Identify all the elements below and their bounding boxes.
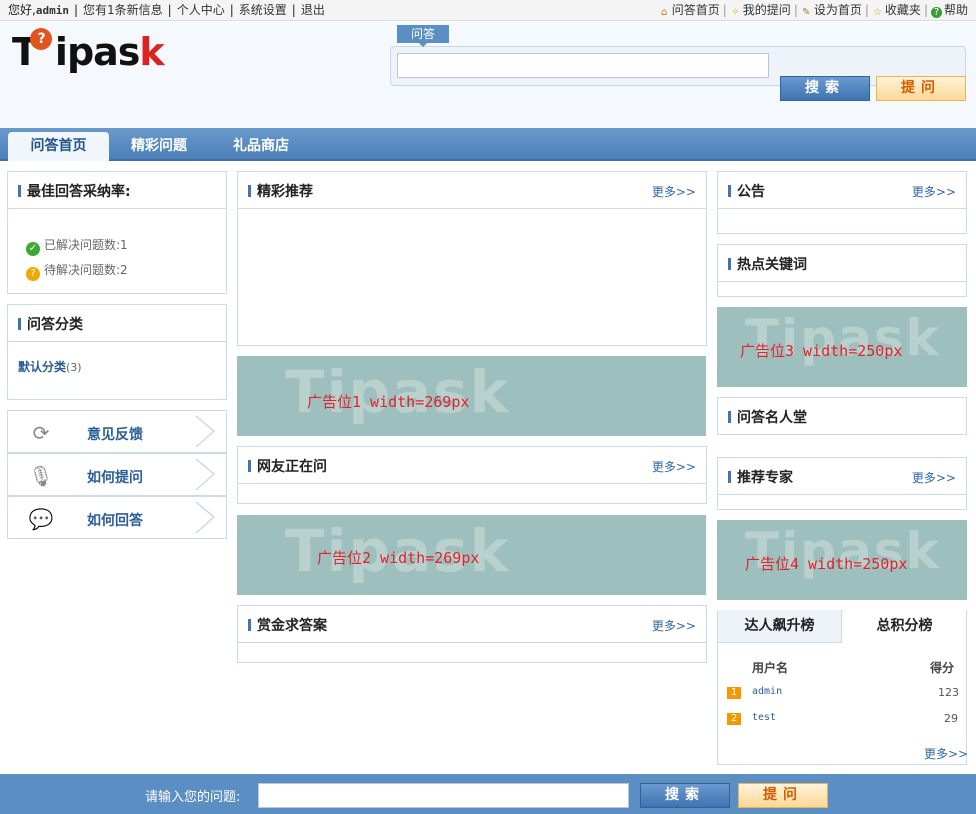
experts-title: 推荐专家 [737,470,793,486]
ask-button[interactable]: 提问 [876,76,966,101]
username-link[interactable]: admin [36,4,69,17]
tab-rising-stars[interactable]: 达人飙升榜 [718,610,842,643]
adoption-rate-title: 最佳回答采纳率: [27,184,131,200]
chat-icon: 💬 [28,507,54,531]
ad-4-text: 广告位4 width=250px [745,555,908,573]
chevron-right-icon [195,501,216,534]
rank-score: 29 [944,712,958,725]
user-status: 您好,admin | 您有1条新信息 | 个人中心 | 系统设置 | 退出 [8,3,325,17]
my-questions-link[interactable]: ✧ 我的提问 [730,3,791,18]
ad-slot-3[interactable]: Tipask 广告位3 width=250px [717,307,967,387]
fame-title: 问答名人堂 [737,410,807,426]
home-icon: ⌂ [661,7,668,18]
logout-link[interactable]: 退出 [301,3,325,17]
rank-number: 2 [727,713,741,725]
logo-question-badge: ? [30,28,52,50]
ranking-more-link[interactable]: 更多>> [924,745,968,762]
ad-slot-2[interactable]: Tipask 广告位2 width=269px [237,515,706,595]
help-item-how-to-answer[interactable]: 💬 如何回答 [7,496,227,539]
bounty-more-link[interactable]: 更多>> [652,617,696,634]
settings-link[interactable]: 系统设置 [239,3,287,17]
microphone-icon: 🎙 [28,464,54,488]
category-item[interactable]: 默认分类(3) [18,358,82,375]
asking-title: 网友正在问 [257,459,327,475]
footer-search-button[interactable]: 搜索 [640,783,730,808]
bounty-panel: 赏金求答案 更多>> [237,605,707,663]
ad-3-text: 广告位3 width=250px [740,342,903,360]
home-link[interactable]: ⌂ 问答首页 [659,3,720,18]
help-link[interactable]: ? 帮助 [930,3,968,18]
keywords-panel: 热点关键词 [717,244,967,297]
ad-slot-1[interactable]: Tipask 广告位1 width=269px [237,356,706,436]
search-tab-qa[interactable]: 问答 [397,25,449,47]
pencil-icon: ✎ [802,7,811,18]
footer-ask-button[interactable]: 提问 [738,783,828,808]
adoption-rate-panel: 最佳回答采纳率: ✓ 已解决问题数:1 ? 待解决问题数:2 [7,171,227,294]
check-icon: ✓ [26,242,40,256]
help-icon: ? [930,7,942,18]
pending-count: ? 待解决问题数:2 [26,261,128,281]
greeting-text: 您好, [8,3,36,17]
question-icon: ? [26,267,40,281]
favorites-link[interactable]: ☆ 收藏夹 [872,3,921,18]
nav-gift-shop[interactable]: 礼品商店 [220,132,302,161]
category-count: (3) [66,361,82,374]
main-nav: 问答首页 精彩问题 礼品商店 [0,128,976,161]
featured-title: 精彩推荐 [257,184,313,200]
category-name[interactable]: 默认分类 [18,360,66,374]
notice-more-link[interactable]: 更多>> [912,183,956,200]
site-logo[interactable]: T? ipask [12,28,165,74]
chevron-right-icon [195,415,216,448]
top-bar: 您好,admin | 您有1条新信息 | 个人中心 | 系统设置 | 退出 ⌂ 问答首页 | ✧ 我的提… [0,0,976,21]
notice-title: 公告 [737,184,765,200]
rank-col-score: 得分 [930,661,955,675]
ad-2-text: 广告位2 width=269px [317,549,480,567]
experts-more-link[interactable]: 更多>> [912,469,956,486]
ad-1-text: 广告位1 width=269px [307,393,470,411]
featured-panel: 精彩推荐 更多>> [237,171,707,346]
quick-links: ⌂ 问答首页 | ✧ 我的提问 | ✎ 设为首页 | ☆ 收藏夹 |? 帮助 [659,0,968,20]
nav-featured[interactable]: 精彩问题 [118,132,200,161]
help-item-how-to-ask[interactable]: 🎙 如何提问 [7,453,227,496]
notice-panel: 公告 更多>> [717,171,967,234]
footer-search-input[interactable] [258,783,629,808]
search-input[interactable] [397,53,769,78]
help-item-feedback[interactable]: ⟳ 意见反馈 [7,410,227,453]
category-panel: 问答分类 默认分类(3) [7,304,227,400]
solved-count: ✓ 已解决问题数:1 [26,236,128,256]
rank-score: 123 [938,686,959,699]
asking-more-link[interactable]: 更多>> [652,458,696,475]
rank-col-user: 用户名 [752,661,789,675]
nav-home[interactable]: 问答首页 [8,132,109,161]
rank-user[interactable]: test [752,712,776,723]
footer-search-prompt: 请输入您的问题: [145,790,241,805]
chevron-right-icon [195,458,216,491]
bounty-title: 赏金求答案 [257,618,327,634]
rank-number: 1 [727,687,741,699]
profile-link[interactable]: 个人中心 [177,3,225,17]
set-homepage-link[interactable]: ✎ 设为首页 [801,3,862,18]
keywords-title: 热点关键词 [737,257,807,273]
messages-link[interactable]: 您有1条新信息 [83,3,163,17]
experts-panel: 推荐专家 更多>> [717,457,967,510]
bulb-icon: ✧ [731,7,740,18]
featured-more-link[interactable]: 更多>> [652,183,696,200]
tab-total-points[interactable]: 总积分榜 [843,610,966,643]
rank-user[interactable]: admin [752,686,782,697]
search-button[interactable]: 搜索 [780,76,870,101]
refresh-icon: ⟳ [32,421,50,445]
star-icon: ☆ [872,7,882,18]
fame-panel: 问答名人堂 [717,397,967,435]
category-title: 问答分类 [27,317,83,333]
asking-panel: 网友正在问 更多>> [237,446,707,504]
ad-slot-4[interactable]: Tipask 广告位4 width=250px [717,520,967,600]
